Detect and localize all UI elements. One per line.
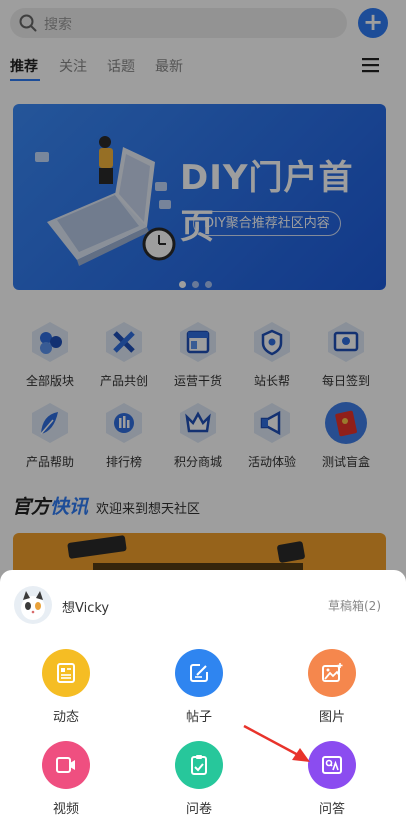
publish-sheet: 想Vicky 草稿箱(2) 动态 帖子 图片 视频 问卷 问答 xyxy=(0,570,406,837)
news-icon xyxy=(57,663,75,683)
user-name: 想Vicky xyxy=(62,601,110,616)
post-survey-button[interactable]: 问卷 xyxy=(159,741,239,817)
edit-icon xyxy=(190,664,208,682)
video-icon xyxy=(56,757,75,773)
action-label: 问卷 xyxy=(185,802,212,817)
annotation-arrow-icon xyxy=(243,724,310,762)
action-label: 帖子 xyxy=(185,710,212,725)
action-label: 动态 xyxy=(52,710,79,725)
post-image-button[interactable]: 图片 xyxy=(292,649,372,725)
drafts-link[interactable]: 草稿箱(2) xyxy=(328,597,381,614)
avatar[interactable] xyxy=(14,586,52,624)
qa-icon xyxy=(322,756,342,774)
post-thread-button[interactable]: 帖子 xyxy=(159,649,239,725)
action-label: 视频 xyxy=(52,802,79,817)
image-icon xyxy=(322,663,343,682)
post-video-button[interactable]: 视频 xyxy=(26,741,106,817)
action-label: 问答 xyxy=(318,802,345,817)
post-moment-button[interactable]: 动态 xyxy=(26,649,106,725)
clipboard-icon xyxy=(191,755,207,775)
